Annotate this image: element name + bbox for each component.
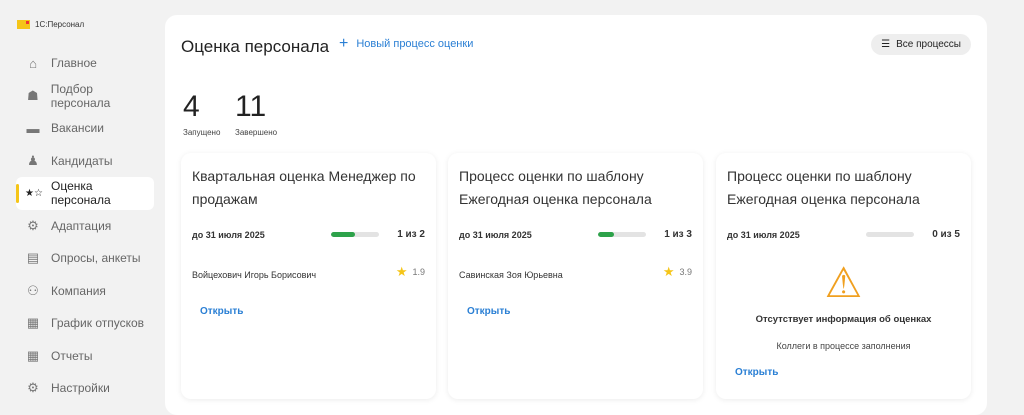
new-process-label: Новый процесс оценки xyxy=(356,38,474,50)
presentation-icon: ▤ xyxy=(26,250,40,266)
card-title: Процесс оценки по шаблону Ежегодная оцен… xyxy=(727,168,920,207)
progress-fill xyxy=(598,232,614,237)
sidebar-item-candidates[interactable]: ♟ Кандидаты xyxy=(16,145,154,178)
stat-label: Завершено xyxy=(235,128,278,137)
process-card: Процесс оценки по шаблону Ежегодная оцен… xyxy=(448,153,703,399)
warning-text: Коллеги в процессе заполнения xyxy=(776,341,911,351)
sidebar-item-evaluation[interactable]: ★☆ Оценка персонала xyxy=(16,177,154,210)
progress-fill xyxy=(331,232,355,237)
sidebar-item-label: Оценка персонала xyxy=(51,179,111,208)
person-name: Савинская Зоя Юрьевна xyxy=(459,270,563,280)
person-name: Войцехович Игорь Борисович xyxy=(192,270,317,280)
table-icon: ▦ xyxy=(26,347,40,363)
person-gear-icon: ⚙ xyxy=(27,217,39,233)
new-process-button[interactable]: + Новый процесс оценки xyxy=(339,35,474,52)
stat-label: Запущено xyxy=(183,128,221,137)
warning-icon: ⚠ xyxy=(824,259,863,306)
process-card: Процесс оценки по шаблону Ежегодная оцен… xyxy=(716,153,971,399)
all-processes-label: Все процессы xyxy=(896,39,961,50)
open-link[interactable]: Открыть xyxy=(735,367,960,378)
stars-icon: ★☆ xyxy=(25,187,43,199)
open-link[interactable]: Открыть xyxy=(467,306,692,317)
sidebar-item-label: Вакансии xyxy=(51,121,104,136)
sidebar-item-label: Опросы, анкеты xyxy=(51,251,141,266)
logo-icon xyxy=(17,20,30,29)
star-icon: ★ xyxy=(662,264,675,279)
main-panel: Оценка персонала + Новый процесс оценки ☰… xyxy=(165,15,987,415)
sidebar-item-home[interactable]: ⌂ Главное xyxy=(16,47,154,80)
sidebar-nav: ⌂ Главное ☗ Подбор персонала ▬ Вакансии ♟ Ка… xyxy=(16,47,154,405)
sidebar-item-label: Настройки xyxy=(51,381,110,396)
list-icon: ☰ xyxy=(881,39,891,50)
group-icon: ⚇ xyxy=(27,282,39,298)
card-title: Процесс оценки по шаблону Ежегодная оцен… xyxy=(459,168,652,207)
star-icon: ★ xyxy=(395,264,408,279)
sidebar-item-company[interactable]: ⚇ Компания xyxy=(16,275,154,308)
sidebar-item-label: Компания xyxy=(51,283,106,298)
sidebar-item-settings[interactable]: ⚙ Настройки xyxy=(16,372,154,405)
sidebar-item-surveys[interactable]: ▤ Опросы, анкеты xyxy=(16,242,154,275)
stat-value: 11 xyxy=(235,90,267,123)
sidebar-item-vacation-schedule[interactable]: ▦ График отпусков xyxy=(16,307,154,340)
warning-title: Отсутствует информация об оценках xyxy=(755,314,932,325)
plus-icon: + xyxy=(339,35,349,52)
briefcase-icon: ▬ xyxy=(26,120,40,136)
calendar-icon: ▦ xyxy=(26,315,40,331)
app-logo[interactable]: 1С:Персонал xyxy=(17,20,84,29)
gear-icon: ⚙ xyxy=(27,380,39,396)
spy-icon: ☗ xyxy=(27,87,39,103)
card-deadline: до 31 июля 2025 xyxy=(459,229,532,240)
progress-bar xyxy=(598,232,646,237)
card-deadline: до 31 июля 2025 xyxy=(192,229,265,240)
home-icon: ⌂ xyxy=(29,55,37,71)
sidebar-item-label: Главное xyxy=(51,56,97,71)
stat-value: 4 xyxy=(183,90,200,123)
page-title: Оценка персонала xyxy=(181,37,330,56)
open-link[interactable]: Открыть xyxy=(200,306,425,317)
sidebar-item-recruiting[interactable]: ☗ Подбор персонала xyxy=(16,80,154,113)
progress-count: 1 из 2 xyxy=(397,229,425,240)
person-icon: ♟ xyxy=(27,152,39,168)
progress-bar xyxy=(331,232,379,237)
card-deadline: до 31 июля 2025 xyxy=(727,229,800,240)
sidebar-item-label: Кандидаты xyxy=(51,153,113,168)
stat-completed: 11 Завершено xyxy=(235,90,277,137)
rating-value: 3.9 xyxy=(679,267,692,277)
process-card: Квартальная оценка Менеджер по продажам … xyxy=(181,153,436,399)
sidebar-item-vacancies[interactable]: ▬ Вакансии xyxy=(16,112,154,145)
sidebar-item-label: Подбор персонала xyxy=(50,81,111,110)
stat-started: 4 Запущено xyxy=(183,90,220,137)
sidebar-item-label: График отпусков xyxy=(51,316,145,331)
progress-count: 1 из 3 xyxy=(664,229,692,240)
sidebar-item-reports[interactable]: ▦ Отчеты xyxy=(16,340,154,373)
card-title: Квартальная оценка Менеджер по продажам xyxy=(192,168,416,207)
sidebar-item-adaptation[interactable]: ⚙ Адаптация xyxy=(16,210,154,243)
all-processes-button[interactable]: ☰ Все процессы xyxy=(871,34,971,55)
sidebar-item-label: Отчеты xyxy=(51,348,93,363)
rating-value: 1.9 xyxy=(412,267,425,277)
app-name: 1С:Персонал xyxy=(35,20,85,29)
progress-bar xyxy=(866,232,914,237)
sidebar-item-label: Адаптация xyxy=(51,218,112,233)
progress-count: 0 из 5 xyxy=(932,229,960,240)
